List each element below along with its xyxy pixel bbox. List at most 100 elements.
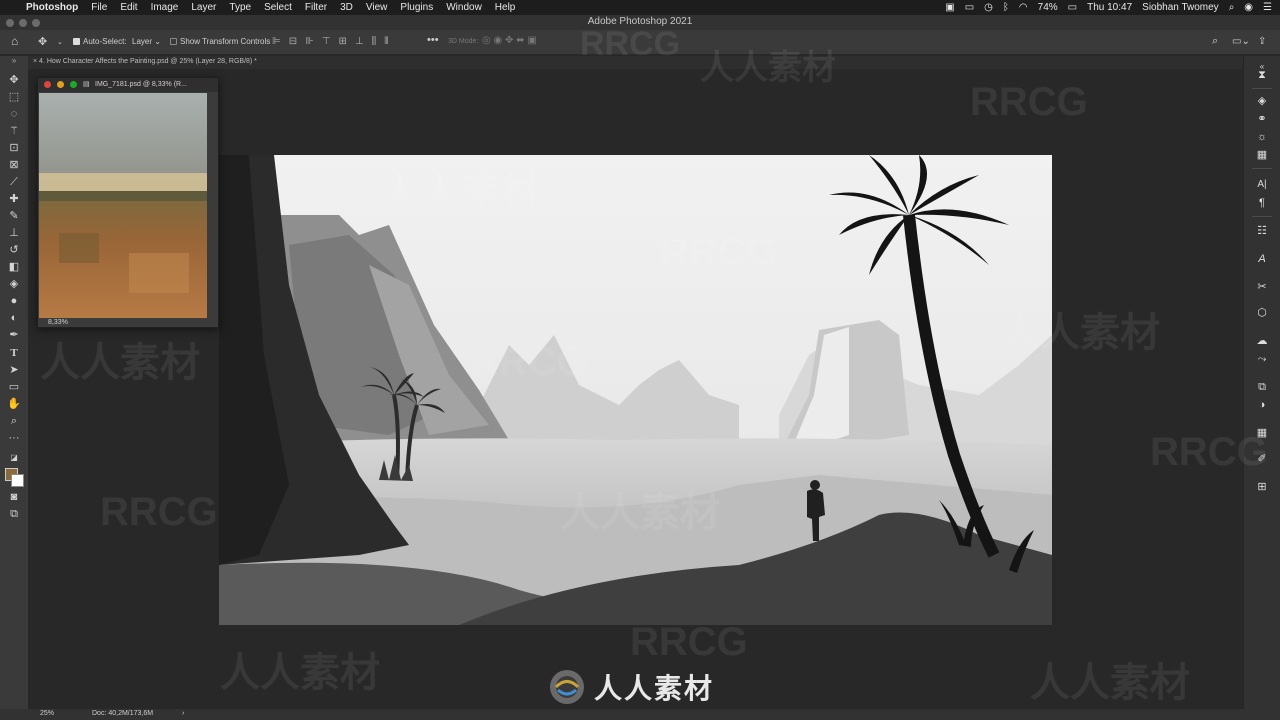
more-options-icon[interactable]: ••• [427, 34, 439, 46]
chevron-down-icon[interactable]: ⌄ [57, 38, 63, 46]
align-top-icon[interactable]: ⊤ [322, 36, 331, 47]
3d-icon[interactable]: ⬡ [1254, 306, 1270, 320]
document-canvas[interactable] [219, 155, 1052, 625]
menu-plugins[interactable]: Plugins [400, 2, 433, 13]
magic-wand-icon[interactable]: ⚚ [6, 124, 22, 138]
3d-orbit-icons[interactable]: ◎ ◉ ✥ ⬌ ▣ [482, 35, 537, 46]
align-right-icon[interactable]: ⊪ [305, 36, 314, 47]
color-icon[interactable]: ◑ [1254, 398, 1270, 412]
default-colors-icon[interactable]: ◪ [6, 451, 22, 465]
share-icon[interactable]: ⇪ [1258, 36, 1266, 47]
menu-3d[interactable]: 3D [340, 2, 353, 13]
maximize-icon[interactable] [70, 81, 77, 88]
document-tab[interactable]: × 4. How Character Affects the Painting.… [33, 58, 257, 65]
brush-icon[interactable]: ✎ [6, 209, 22, 223]
notification-center-icon[interactable]: ☰ [1263, 2, 1272, 13]
move-tool-preset-icon[interactable]: ✥ [38, 35, 47, 48]
app-menu[interactable]: Photoshop [26, 2, 78, 13]
eyedropper-icon[interactable]: ⟋ [6, 175, 22, 189]
stamp-icon[interactable]: ⊥ [6, 226, 22, 240]
home-icon[interactable]: ⌂ [11, 34, 18, 48]
close-icon[interactable] [44, 81, 51, 88]
show-transform-checkbox[interactable]: Show Transform Controls [170, 37, 270, 46]
quick-mask-icon[interactable]: ◙ [6, 490, 22, 504]
auto-select-target-dropdown[interactable]: Layer ⌄ [132, 37, 161, 46]
adjustments-icon[interactable]: ☼ [1254, 130, 1270, 144]
hand-icon[interactable]: ✋ [6, 397, 22, 411]
clone-source-icon[interactable]: ⊞ [1254, 480, 1270, 494]
libraries-icon[interactable]: ☁ [1254, 334, 1270, 348]
healing-icon[interactable]: ✚ [6, 192, 22, 206]
menu-window[interactable]: Window [446, 2, 482, 13]
bucket-icon[interactable]: ◈ [6, 277, 22, 291]
screen-record-icon[interactable]: ▣ [945, 2, 954, 13]
reference-photo[interactable] [39, 93, 207, 318]
crop-icon[interactable]: ⊡ [6, 141, 22, 155]
type-icon[interactable]: T [6, 346, 22, 360]
align-left-icon[interactable]: ⊫ [272, 36, 281, 47]
search-icon[interactable]: ⌕ [1212, 35, 1218, 48]
user-name[interactable]: Siobhan Twomey [1142, 2, 1219, 13]
swatches-icon[interactable]: ▦ [1254, 148, 1270, 162]
paths-icon[interactable]: ⤳ [1254, 352, 1270, 366]
blur-icon[interactable]: ● [6, 294, 22, 308]
glyphs-icon[interactable]: A [1254, 252, 1270, 266]
layers-icon[interactable]: ◈ [1254, 94, 1270, 108]
properties-icon[interactable]: ☷ [1254, 224, 1270, 238]
brush-settings-icon[interactable]: ✐ [1254, 452, 1270, 466]
screen-mode-icon[interactable]: ⧉ [6, 507, 22, 521]
lasso-icon[interactable]: ◌ [6, 107, 22, 121]
distribute-spacing-icon[interactable]: ⫴ [384, 36, 388, 47]
character-icon[interactable]: A| [1254, 178, 1270, 192]
clock[interactable]: Thu 10:47 [1087, 2, 1132, 13]
menu-view[interactable]: View [366, 2, 388, 13]
time-machine-icon[interactable]: ◷ [984, 2, 993, 13]
menu-image[interactable]: Image [151, 2, 179, 13]
workspace-icon[interactable]: ▭⌄ [1232, 36, 1250, 47]
menu-filter[interactable]: Filter [305, 2, 327, 13]
options-bar: ⌂ ✥ ⌄ Auto-Select: Layer ⌄ Show Transfor… [0, 30, 1280, 55]
align-vcenter-icon[interactable]: ⊞ [339, 36, 347, 47]
distribute-icon[interactable]: ⫼ [372, 36, 377, 47]
navigator-icon[interactable]: ⧉ [1254, 380, 1270, 394]
menu-edit[interactable]: Edit [120, 2, 137, 13]
rectangle-icon[interactable]: ▭ [6, 380, 22, 394]
pen-icon[interactable]: ✒ [6, 328, 22, 342]
move-icon[interactable]: ✥ [6, 73, 22, 87]
menu-layer[interactable]: Layer [191, 2, 216, 13]
more-icon[interactable]: ··· [6, 431, 22, 445]
align-hcenter-icon[interactable]: ⊟ [289, 36, 297, 47]
grid-icon[interactable]: ▦ [1254, 426, 1270, 440]
wifi-icon[interactable]: ◠ [1019, 2, 1028, 13]
background-color-swatch[interactable] [11, 474, 24, 487]
toolbar-collapse-icon[interactable]: » [0, 56, 28, 69]
align-bottom-icon[interactable]: ⊥ [355, 36, 364, 47]
history-brush-icon[interactable]: ↺ [6, 243, 22, 257]
frame-icon[interactable]: ⊠ [6, 158, 22, 172]
minimize-icon[interactable] [57, 81, 64, 88]
menu-type[interactable]: Type [229, 2, 251, 13]
marquee-icon[interactable]: ⬚ [6, 90, 22, 104]
paragraph-icon[interactable]: ¶ [1254, 196, 1270, 210]
dodge-icon[interactable]: ◐ [6, 311, 22, 325]
zoom-level[interactable]: 25% [40, 710, 54, 717]
spotlight-search-icon[interactable]: ⌕ [1229, 2, 1235, 13]
status-menu-arrow-icon[interactable]: › [182, 710, 184, 717]
eraser-icon[interactable]: ◧ [6, 260, 22, 274]
zoom-icon[interactable]: ⌕ [6, 414, 22, 428]
secondary-window-titlebar[interactable]: ▤ IMG_7181.psd @ 8,33% (R... [38, 78, 218, 92]
tools-icon[interactable]: ✂ [1254, 280, 1270, 294]
menu-help[interactable]: Help [495, 2, 516, 13]
bluetooth-icon[interactable]: ᛒ [1003, 2, 1009, 13]
display-icon[interactable]: ▭ [965, 2, 974, 13]
control-center-icon[interactable]: ◉ [1244, 2, 1253, 13]
menu-select[interactable]: Select [264, 2, 292, 13]
secondary-document-window[interactable]: ▤ IMG_7181.psd @ 8,33% (R... 8,33% [37, 77, 219, 328]
menu-file[interactable]: File [91, 2, 107, 13]
auto-select-checkbox[interactable]: Auto-Select: [73, 37, 127, 46]
history-icon[interactable]: ⧗ [1254, 68, 1270, 82]
channels-icon[interactable]: ⚭ [1254, 112, 1270, 126]
path-select-icon[interactable]: ➤ [6, 363, 22, 377]
secondary-window-zoom[interactable]: 8,33% [48, 319, 68, 326]
battery-percent[interactable]: 74% [1038, 2, 1058, 13]
